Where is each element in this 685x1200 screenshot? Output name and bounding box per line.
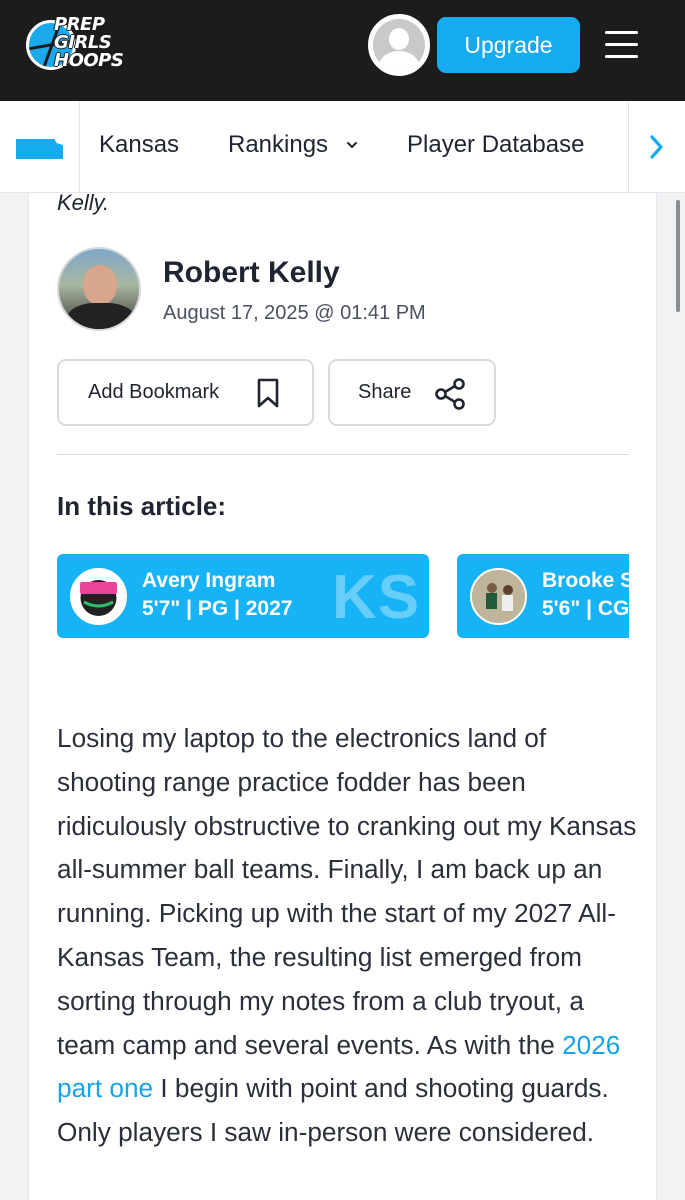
article-card: Kelly. Robert Kelly August 17, 2025 @ 01… xyxy=(28,190,657,1200)
player-card[interactable]: Avery Ingram 5'7" | PG | 2027 KS xyxy=(57,554,429,638)
nav-divider xyxy=(79,101,80,193)
share-button[interactable]: Share xyxy=(328,359,496,426)
top-header: PREP GIRLS HOOPS Upgrade xyxy=(0,0,685,101)
default-user-icon xyxy=(373,19,425,71)
nav-item-player-database[interactable]: Player Database xyxy=(407,131,584,159)
bookmark-icon xyxy=(257,378,279,408)
kansas-state-icon[interactable] xyxy=(16,139,63,159)
player-card[interactable]: Brooke S 5'6" | CG xyxy=(457,554,629,638)
article-body-paragraph: Losing my laptop to the electronics land… xyxy=(57,717,637,1155)
player-meta: 5'6" | CG xyxy=(542,597,629,620)
player-name: Brooke S xyxy=(542,569,629,592)
page-scrollbar[interactable] xyxy=(676,200,680,312)
add-bookmark-button[interactable]: Add Bookmark xyxy=(57,359,314,426)
add-bookmark-label: Add Bookmark xyxy=(88,381,220,403)
player-carousel[interactable]: Avery Ingram 5'7" | PG | 2027 KS Brooke … xyxy=(57,554,629,638)
nav-scroll-right-button[interactable] xyxy=(628,101,685,193)
nav-item-rankings[interactable]: Rankings xyxy=(228,131,328,159)
player-meta: 5'7" | PG | 2027 xyxy=(142,597,293,620)
publish-date: August 17, 2025 @ 01:41 PM xyxy=(163,302,426,324)
logo-line-3: HOOPS xyxy=(54,50,124,71)
hamburger-menu-icon[interactable] xyxy=(605,31,638,59)
team-logo-icon xyxy=(70,568,127,625)
player-state-badge: KS xyxy=(332,563,421,632)
user-avatar[interactable] xyxy=(368,14,430,76)
section-nav: Kansas Rankings Player Database xyxy=(0,101,685,193)
chevron-down-icon[interactable] xyxy=(345,138,359,152)
body-text-part-1: Losing my laptop to the electronics land… xyxy=(57,723,637,1060)
nav-item-kansas[interactable]: Kansas xyxy=(99,131,179,159)
section-divider xyxy=(57,454,629,455)
share-icon xyxy=(435,378,465,410)
author-name[interactable]: Robert Kelly xyxy=(163,256,340,290)
article-lead-text: Kelly. xyxy=(57,190,110,215)
share-label: Share xyxy=(358,381,412,403)
author-avatar[interactable] xyxy=(57,247,141,331)
upgrade-button[interactable]: Upgrade xyxy=(437,17,580,73)
in-this-article-heading: In this article: xyxy=(57,491,227,521)
player-name: Avery Ingram xyxy=(142,569,276,592)
chevron-right-icon xyxy=(650,135,663,159)
prep-girls-hoops-logo[interactable]: PREP GIRLS HOOPS xyxy=(26,16,136,76)
player-photo xyxy=(470,568,527,625)
